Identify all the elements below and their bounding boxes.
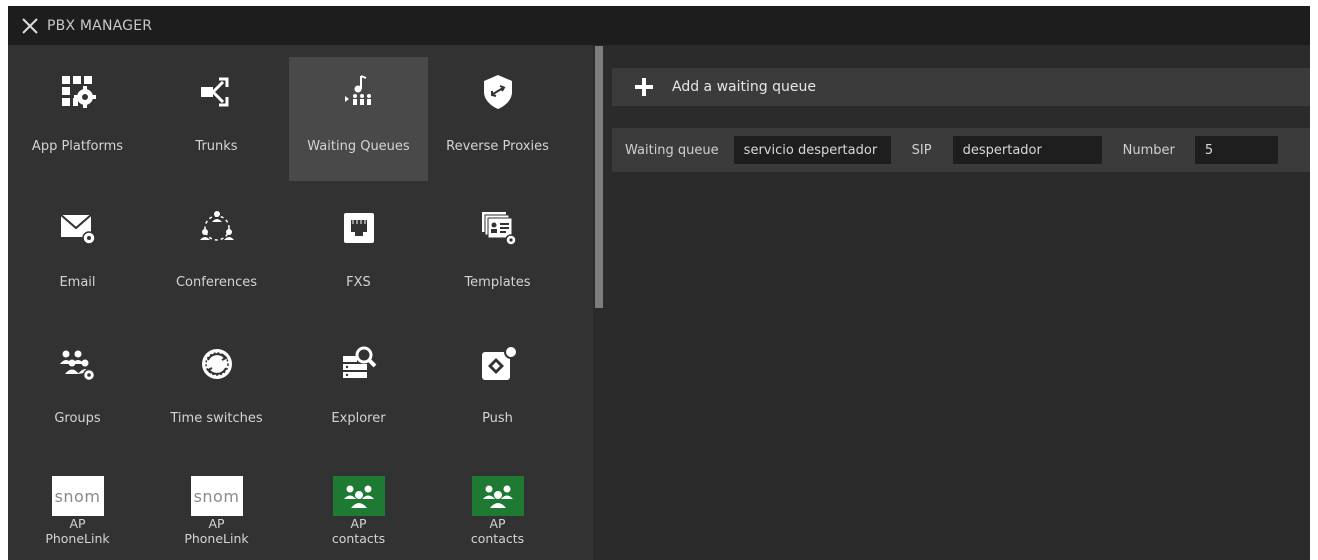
sip-label: SIP: [911, 142, 932, 158]
tile-label: Templates: [464, 275, 531, 290]
tile-label: Time switches: [170, 411, 263, 426]
tile-label: FXS: [346, 275, 371, 290]
tile-fxs[interactable]: FXS: [289, 193, 428, 317]
tile-templates[interactable]: Templates: [428, 193, 567, 317]
scrollbar-thumb[interactable]: [595, 46, 603, 308]
tile-label: AP contacts: [470, 516, 525, 546]
close-button[interactable]: [19, 15, 41, 37]
tile-label: Conferences: [175, 275, 258, 290]
reverse-proxies-icon: [478, 72, 518, 112]
tile-label: Reverse Proxies: [446, 139, 549, 154]
app-grid-panel: App Platforms Trunks Waiting Queues Reve…: [8, 45, 593, 560]
tile-label: Explorer: [331, 411, 386, 426]
waiting-queue-row: Waiting queue servicio despertador SIP d…: [612, 128, 1310, 172]
email-icon: [58, 208, 98, 248]
tile-conferences[interactable]: Conferences: [147, 193, 286, 317]
time-switches-icon: [197, 344, 237, 384]
tile-ap-phonelink-2[interactable]: snom AP PhoneLink: [147, 465, 286, 560]
number-field[interactable]: 5: [1194, 136, 1278, 164]
close-icon: [22, 17, 38, 34]
trunks-icon: [197, 72, 237, 112]
tile-push[interactable]: Push: [428, 329, 567, 453]
tile-label: Trunks: [195, 139, 238, 154]
tile-waiting-queues[interactable]: Waiting Queues: [289, 57, 428, 181]
app-title: PBX MANAGER: [47, 17, 153, 34]
tile-label: Push: [482, 411, 513, 426]
tile-time-switches[interactable]: Time switches: [147, 329, 286, 453]
contacts-icon: [471, 476, 524, 516]
groups-icon: [58, 344, 98, 384]
tile-label: AP PhoneLink: [45, 516, 110, 546]
tile-groups[interactable]: Groups: [8, 329, 147, 453]
tile-label: AP contacts: [331, 516, 386, 546]
waiting-queue-label: Waiting queue: [625, 142, 719, 158]
snom-logo-text: snom: [190, 476, 243, 516]
fxs-icon: [339, 208, 379, 248]
pbx-manager-window: PBX MANAGER App Platforms Trunks Waiting…: [8, 6, 1310, 560]
tile-label: Groups: [54, 411, 101, 426]
waiting-queue-name-field[interactable]: servicio despertador: [733, 136, 891, 164]
conferences-icon: [197, 208, 237, 248]
tile-label: Waiting Queues: [307, 139, 410, 154]
explorer-icon: [339, 344, 379, 384]
push-icon: [478, 344, 518, 384]
contacts-icon: [332, 476, 385, 516]
title-bar: PBX MANAGER: [8, 6, 1310, 45]
tile-ap-phonelink-1[interactable]: snom AP PhoneLink: [8, 465, 147, 560]
waiting-queues-panel: Add a waiting queue Waiting queue servic…: [604, 45, 1310, 560]
add-waiting-queue-button[interactable]: Add a waiting queue: [612, 68, 1310, 106]
tile-reverse-proxies[interactable]: Reverse Proxies: [428, 57, 567, 181]
tile-app-platforms[interactable]: App Platforms: [8, 57, 147, 181]
tile-explorer[interactable]: Explorer: [289, 329, 428, 453]
tile-trunks[interactable]: Trunks: [147, 57, 286, 181]
app-platforms-icon: [58, 72, 98, 112]
number-label: Number: [1122, 142, 1175, 158]
plus-icon: [635, 78, 653, 96]
sip-field[interactable]: despertador: [952, 136, 1102, 164]
add-waiting-queue-label: Add a waiting queue: [672, 79, 816, 95]
tile-ap-contacts-2[interactable]: AP contacts: [428, 465, 567, 560]
tile-ap-contacts-1[interactable]: AP contacts: [289, 465, 428, 560]
tile-label: Email: [59, 275, 96, 290]
tile-email[interactable]: Email: [8, 193, 147, 317]
templates-icon: [478, 208, 518, 248]
snom-logo: snom: [190, 476, 243, 516]
snom-logo: snom: [51, 476, 104, 516]
waiting-queues-icon: [339, 72, 379, 112]
snom-logo-text: snom: [51, 476, 104, 516]
tile-label: AP PhoneLink: [184, 516, 249, 546]
tile-label: App Platforms: [31, 139, 124, 154]
